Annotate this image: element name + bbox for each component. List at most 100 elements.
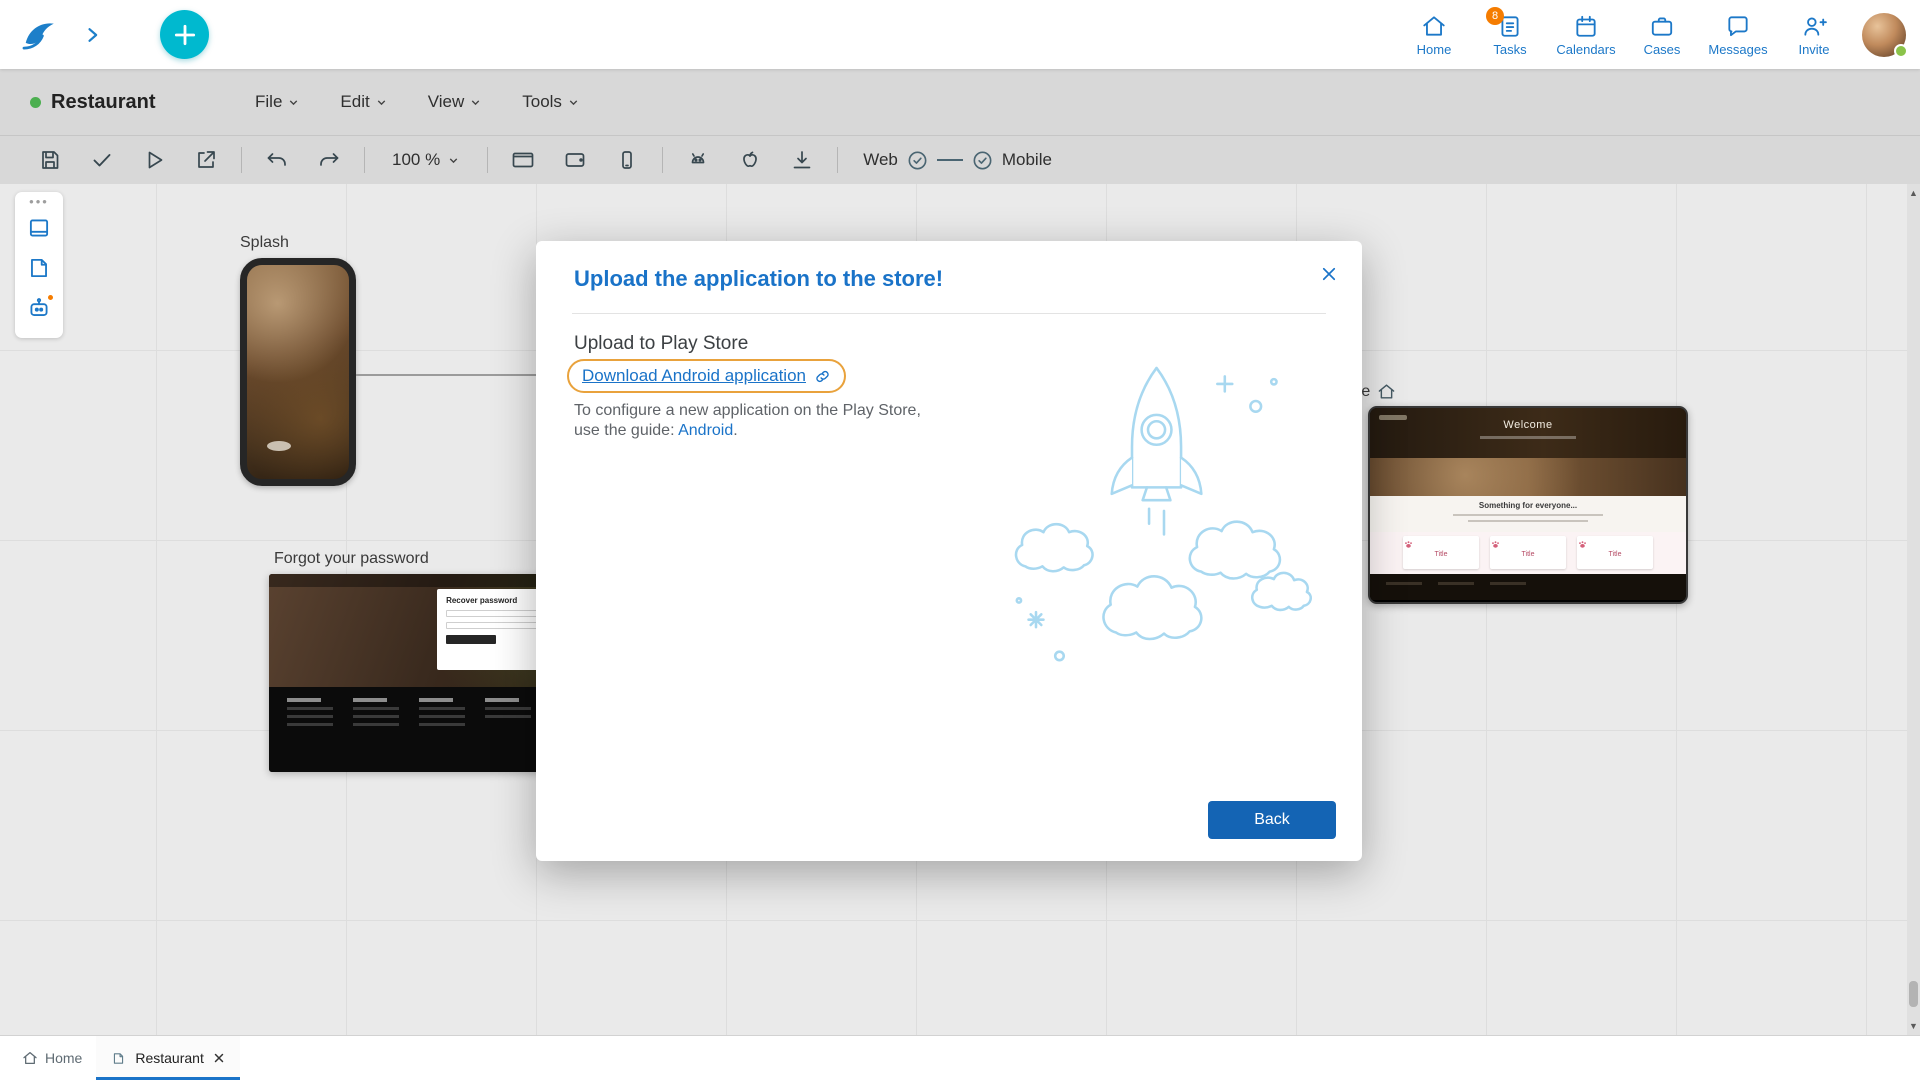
download-build-button[interactable] xyxy=(776,142,828,178)
modal-divider xyxy=(572,313,1326,314)
splash-screen-artboard[interactable] xyxy=(240,258,356,486)
mobile-enabled-toggle[interactable] xyxy=(971,149,994,172)
tablet-view-button[interactable] xyxy=(549,142,601,178)
screens-tool-button[interactable] xyxy=(19,208,59,248)
nav-messages[interactable]: Messages xyxy=(1700,13,1776,57)
toolbar-divider xyxy=(487,147,489,173)
note-icon xyxy=(31,258,47,278)
artboard-label-forgot-password: Forgot your password xyxy=(274,550,429,567)
logo-icon xyxy=(22,22,54,50)
nav-invite[interactable]: Invite xyxy=(1776,13,1852,57)
android-icon xyxy=(691,153,705,164)
site-footer-thumbnail xyxy=(1370,574,1686,600)
scrollbar-thumb[interactable] xyxy=(1909,981,1918,1007)
nav-tasks-label: Tasks xyxy=(1493,41,1527,57)
paw-icon xyxy=(1405,541,1412,548)
modal-title: Upload the application to the store! xyxy=(574,266,944,291)
message-icon xyxy=(1728,15,1748,36)
close-icon xyxy=(1322,267,1336,281)
canvas-tools-panel: ••• xyxy=(15,192,63,338)
desktop-view-button[interactable] xyxy=(497,142,549,178)
apple-icon xyxy=(743,151,758,168)
feature-card-title: Title xyxy=(1434,551,1448,558)
redo-button[interactable] xyxy=(303,142,355,178)
chevron-down-icon xyxy=(569,99,578,105)
create-new-button[interactable] xyxy=(160,10,209,59)
upload-to-store-modal: Upload the application to the store! Upl… xyxy=(536,241,1362,861)
tab-close-button[interactable] xyxy=(213,1052,225,1064)
web-enabled-toggle[interactable] xyxy=(906,149,929,172)
project-status-dot xyxy=(30,96,41,108)
nav-messages-label: Messages xyxy=(1708,41,1768,57)
briefcase-icon xyxy=(1651,16,1673,36)
publish-button[interactable] xyxy=(76,142,128,178)
flow-connector-line xyxy=(356,374,540,376)
chevron-down-icon xyxy=(377,99,385,105)
save-button[interactable] xyxy=(24,142,76,178)
toolbar-divider xyxy=(241,147,242,173)
hero-photo-band xyxy=(1370,458,1686,496)
document-icon xyxy=(114,1052,124,1064)
undo-icon xyxy=(267,153,286,166)
chatbot-tool-button[interactable] xyxy=(19,288,59,328)
intro-section: Something for everyone... xyxy=(1370,496,1686,532)
expand-sidebar-button[interactable] xyxy=(82,25,102,45)
nav-home-label: Home xyxy=(1416,41,1452,57)
scroll-up-arrow[interactable]: ▲ xyxy=(1907,186,1920,200)
vertical-scrollbar[interactable]: ▲ ▼ xyxy=(1907,184,1920,1035)
menu-file[interactable]: File xyxy=(255,92,300,112)
feature-cards-row: Title Title Title xyxy=(1370,532,1686,574)
nav-home[interactable]: Home xyxy=(1396,13,1472,57)
online-status-dot xyxy=(1894,43,1908,58)
user-avatar[interactable] xyxy=(1862,12,1908,58)
ios-build-button[interactable] xyxy=(724,142,776,178)
zoom-control[interactable]: 100 % xyxy=(374,150,478,170)
tab-home[interactable]: Home xyxy=(8,1036,96,1080)
welcome-hero: Welcome xyxy=(1370,408,1686,458)
back-button[interactable]: Back xyxy=(1208,801,1336,839)
zoom-value: 100 % xyxy=(392,150,441,169)
project-name: Restaurant xyxy=(51,90,156,113)
android-guide-link[interactable]: Android xyxy=(678,422,733,439)
home-page-artboard[interactable]: Welcome Something for everyone... Title … xyxy=(1368,406,1688,604)
mobile-label: Mobile xyxy=(1001,150,1052,169)
panel-drag-handle[interactable]: ••• xyxy=(29,195,49,208)
menu-tools[interactable]: Tools xyxy=(522,92,580,112)
modal-body-text: To configure a new application on the Pl… xyxy=(574,401,921,441)
nav-cases[interactable]: Cases xyxy=(1624,13,1700,57)
menu-view[interactable]: View xyxy=(428,92,483,112)
nav-tasks[interactable]: 8 Tasks xyxy=(1472,6,1548,57)
menu-group: File Edit View Tools xyxy=(255,92,580,112)
android-build-button[interactable] xyxy=(672,142,724,178)
intro-text-bar xyxy=(1453,514,1603,516)
site-logo-thumbnail xyxy=(1379,415,1407,420)
export-button[interactable] xyxy=(180,142,232,178)
feature-card: Title xyxy=(1490,536,1566,569)
toolbar-divider xyxy=(364,147,365,173)
chevron-down-icon xyxy=(472,99,480,105)
tab-restaurant[interactable]: Restaurant xyxy=(96,1036,241,1080)
web-label: Web xyxy=(863,150,898,169)
nav-invite-label: Invite xyxy=(1798,41,1830,57)
link-icon xyxy=(816,370,829,382)
chevron-down-icon xyxy=(449,157,458,163)
notes-tool-button[interactable] xyxy=(19,248,59,288)
intro-heading: Something for everyone... xyxy=(1478,501,1578,510)
app-logo[interactable] xyxy=(12,9,64,61)
scroll-down-arrow[interactable]: ▼ xyxy=(1907,1019,1920,1033)
download-android-link[interactable]: Download Android application xyxy=(582,366,806,386)
modal-close-button[interactable] xyxy=(1316,261,1342,287)
feature-card: Title xyxy=(1577,536,1653,569)
builder-toolbar: 100 % Web Mobile xyxy=(0,135,1920,184)
nav-calendars[interactable]: Calendars xyxy=(1548,13,1624,57)
welcome-heading: Welcome xyxy=(1503,419,1553,431)
preview-button[interactable] xyxy=(128,142,180,178)
feature-card-title: Title xyxy=(1608,551,1622,558)
chevron-down-icon xyxy=(290,99,298,105)
download-android-highlight: Download Android application xyxy=(567,359,846,393)
menu-edit[interactable]: Edit xyxy=(340,92,387,112)
body-line1: To configure a new application on the Pl… xyxy=(574,402,921,419)
undo-button[interactable] xyxy=(251,142,303,178)
mobile-view-button[interactable] xyxy=(601,142,653,178)
submit-button-bar xyxy=(446,634,496,644)
